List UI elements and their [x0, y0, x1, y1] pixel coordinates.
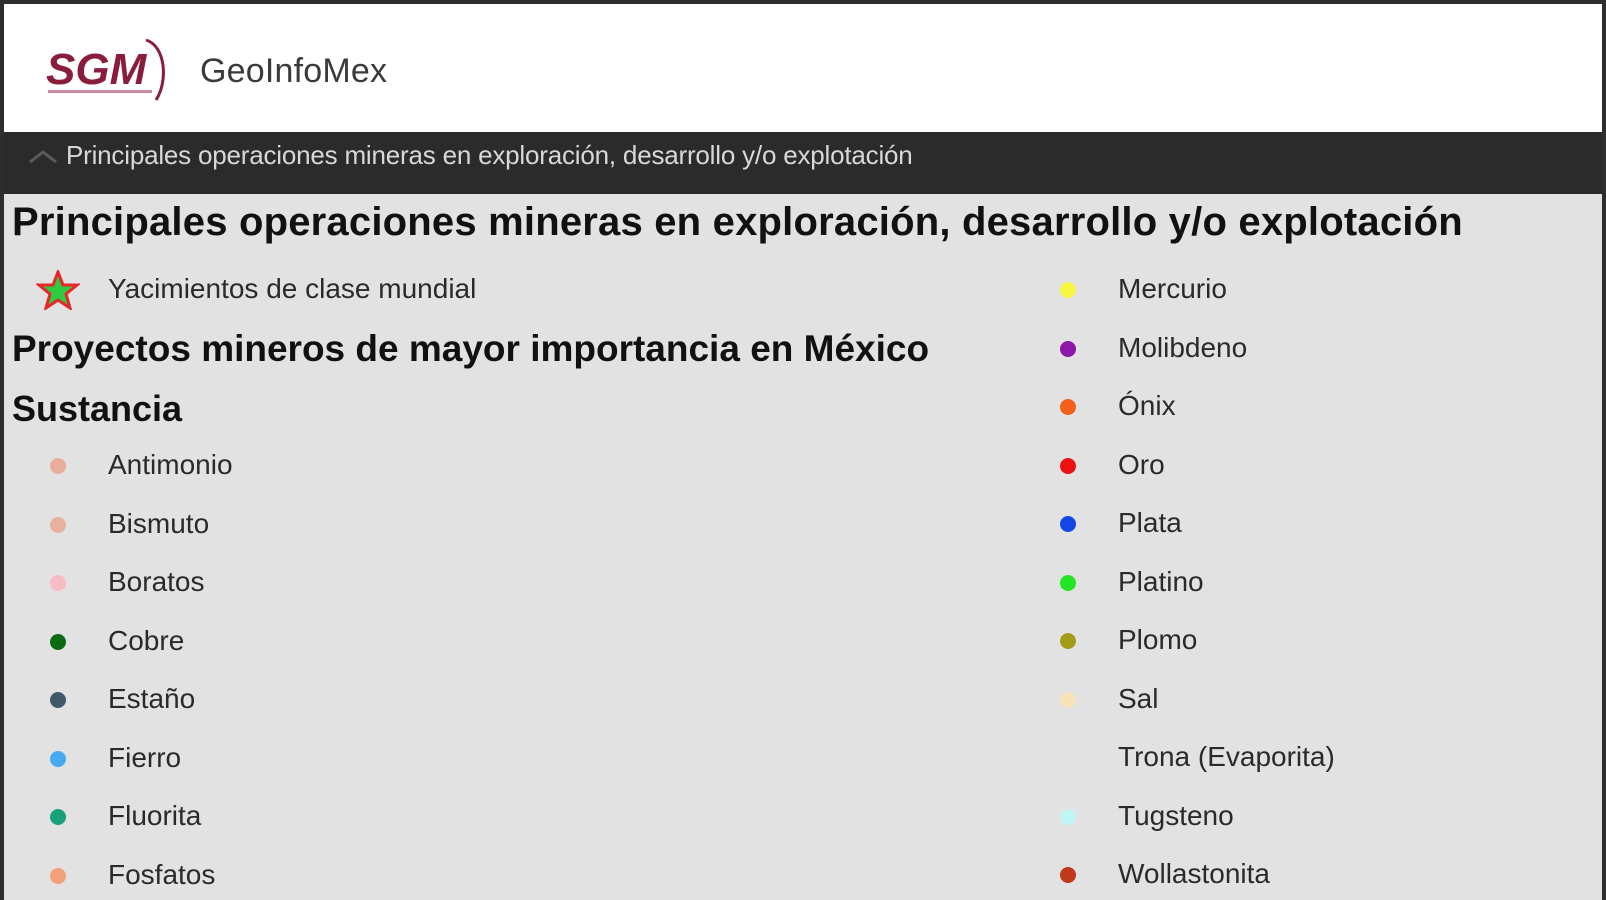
legend-item: Tugsteno [1038, 797, 1538, 837]
color-dot-icon [1060, 282, 1076, 298]
legend-item: Cobre [28, 622, 528, 662]
color-dot-icon [50, 458, 66, 474]
sgm-logo[interactable]: SGM [42, 32, 172, 104]
legend-item-label: Bismuto [108, 507, 210, 539]
legend-item-label: Antimonio [108, 449, 233, 480]
legend-item-label: Plomo [1118, 624, 1198, 655]
legend-item: Molibdeno [1038, 329, 1538, 369]
legend-item: Ónix [1038, 387, 1538, 427]
legend-item: Fluorita [28, 797, 528, 837]
legend-item-label: Tugsteno [1118, 799, 1234, 831]
projects-heading: Proyectos mineros de mayor importancia e… [12, 328, 930, 369]
legend-item: Platino [1038, 563, 1538, 603]
color-dot-icon [1060, 691, 1076, 708]
legend-item-label: Cobre [108, 624, 185, 656]
legend-title: Principales operaciones mineras en explo… [12, 200, 1463, 244]
legend-item-label: Plata [1118, 507, 1182, 538]
legend-item: Plata [1038, 504, 1538, 544]
legend-item-label: Oro [1118, 448, 1165, 480]
legend-item: Oro [1038, 446, 1538, 486]
legend-item-label: Mercurio [1118, 273, 1227, 304]
color-dot-icon [1060, 340, 1076, 357]
legend-item-label: Sal [1118, 682, 1159, 714]
app-window: SGM GeoInfoMex Principales operaciones m… [0, 0, 1606, 900]
legend-item: Plomo [1038, 621, 1538, 661]
color-dot-icon [50, 633, 66, 650]
legend-item-label: Fierro [108, 741, 182, 773]
legend-item-label: Wollastonita [1118, 858, 1271, 889]
legend-item: Bismuto [28, 505, 528, 545]
color-dot-icon [50, 809, 66, 825]
color-dot-icon [1060, 457, 1076, 474]
app-title: GeoInfoMex [200, 52, 388, 90]
color-dot-icon [1060, 399, 1076, 415]
legend-item-label: Fluorita [108, 800, 202, 831]
color-dot-icon [1060, 633, 1076, 649]
color-dot-icon [50, 867, 66, 884]
legend-item: Fierro [28, 739, 528, 779]
legend-item: Sal [1038, 680, 1538, 720]
color-dot-icon [50, 750, 66, 767]
color-dot-icon [1060, 867, 1076, 883]
legend-item-label: Molibdeno [1118, 331, 1248, 363]
chevron-up-icon[interactable] [26, 146, 60, 166]
color-dot-icon [1060, 808, 1076, 825]
app-header: SGM GeoInfoMex [4, 4, 1602, 132]
legend-item: Estaño [28, 680, 528, 720]
legend-item-world-class: Yacimientos de clase mundial [28, 270, 728, 310]
legend-item: Wollastonita [1038, 855, 1538, 895]
substance-heading: Sustancia [12, 388, 183, 429]
color-dot-icon [1060, 574, 1076, 591]
layer-name: Principales operaciones mineras en explo… [66, 140, 913, 170]
color-dot-icon [50, 692, 66, 708]
legend-item-label: Estaño [108, 683, 196, 714]
layer-header-bar[interactable]: Principales operaciones mineras en explo… [4, 132, 1602, 194]
legend-panel: Principales operaciones mineras en explo… [4, 194, 1602, 900]
legend-item-label: Ónix [1118, 390, 1176, 421]
legend-item-label: Fosfatos [108, 858, 216, 890]
legend-item: Mercurio [1038, 270, 1538, 310]
legend-item: Boratos [28, 563, 528, 603]
legend-item: Antimonio [28, 446, 528, 486]
star-icon [36, 270, 80, 310]
legend-item-label: Platino [1118, 565, 1204, 597]
legend-item-label: Trona (Evaporita) [1118, 741, 1335, 772]
color-dot-icon [1060, 516, 1076, 532]
legend-item: Trona (Evaporita) [1038, 738, 1538, 778]
legend-item-label: Boratos [108, 566, 205, 597]
color-dot-icon [50, 575, 66, 591]
color-dot-icon [1060, 750, 1076, 766]
svg-text:SGM: SGM [46, 45, 148, 94]
legend-item: Fosfatos [28, 856, 528, 896]
world-class-label: Yacimientos de clase mundial [108, 273, 477, 304]
color-dot-icon [50, 516, 66, 533]
